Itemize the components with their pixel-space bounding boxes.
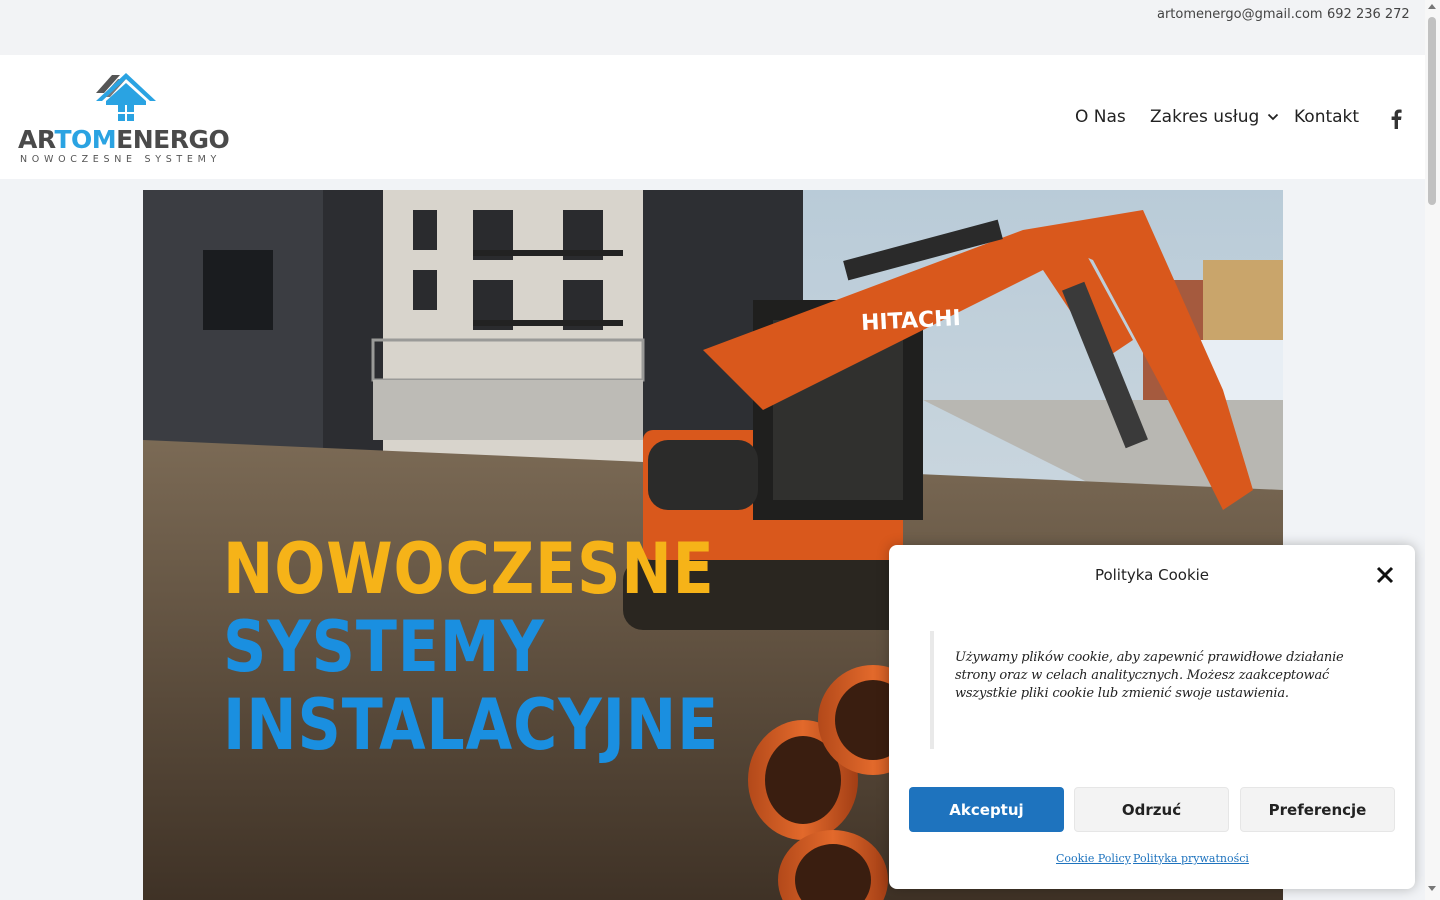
close-icon[interactable] (1375, 565, 1395, 585)
reject-button[interactable]: Odrzuć (1074, 787, 1229, 832)
cookie-policy-link[interactable]: Cookie Policy (1056, 852, 1131, 865)
preferences-button[interactable]: Preferencje (1240, 787, 1395, 832)
phone-link[interactable]: 692 236 272 (1327, 7, 1410, 22)
email-link[interactable]: artomenergo@gmail.com (1157, 7, 1323, 22)
scroll-up-icon[interactable] (1428, 4, 1436, 9)
nav-item-label: Zakres usług (1150, 107, 1260, 127)
nav-item-o-nas[interactable]: O Nas (1075, 107, 1126, 127)
cookie-message: Używamy plików cookie, aby zapewnić praw… (955, 650, 1344, 701)
scroll-down-icon[interactable] (1428, 886, 1436, 891)
facebook-icon[interactable] (1388, 109, 1404, 129)
house-logo-icon (96, 73, 156, 121)
logo-part2: TOM (54, 125, 117, 154)
privacy-policy-link[interactable]: Polityka prywatności (1133, 852, 1249, 865)
site-header: ARTOMENERGO NOWOCZESNE SYSTEMY O Nas Zak… (0, 55, 1425, 179)
logo-wordmark: ARTOMENERGO (18, 125, 230, 154)
nav-item-kontakt[interactable]: Kontakt (1294, 107, 1359, 127)
chevron-down-icon (1268, 113, 1279, 121)
logo-part1: AR (18, 125, 55, 154)
hero-line-3: INSTALACYJNE (223, 684, 720, 766)
cookie-banner: Polityka Cookie Używamy plików cookie, a… (889, 545, 1415, 889)
site-logo[interactable]: ARTOMENERGO NOWOCZESNE SYSTEMY (18, 69, 230, 165)
logo-subtitle: NOWOCZESNE SYSTEMY (20, 154, 222, 165)
top-bar: artomenergo@gmail.com 692 236 272 (0, 0, 1425, 55)
excavator-brand-label: HITACHI (860, 306, 961, 336)
accept-button[interactable]: Akceptuj (909, 787, 1064, 832)
page-scrollbar[interactable] (1425, 0, 1440, 900)
scrollbar-thumb[interactable] (1428, 17, 1436, 205)
logo-part3: ENERGO (116, 125, 230, 154)
hero-line-1: NOWOCZESNE (223, 528, 715, 610)
nav-item-zakres-uslug[interactable]: Zakres usług (1150, 107, 1279, 127)
hero-line-2: SYSTEMY (223, 606, 546, 688)
cookie-message-box: Używamy plików cookie, aby zapewnić praw… (930, 631, 1370, 749)
cookie-title: Polityka Cookie (1094, 566, 1210, 584)
hero-headline: NOWOCZESNE SYSTEMY INSTALACYJNE (223, 530, 719, 764)
